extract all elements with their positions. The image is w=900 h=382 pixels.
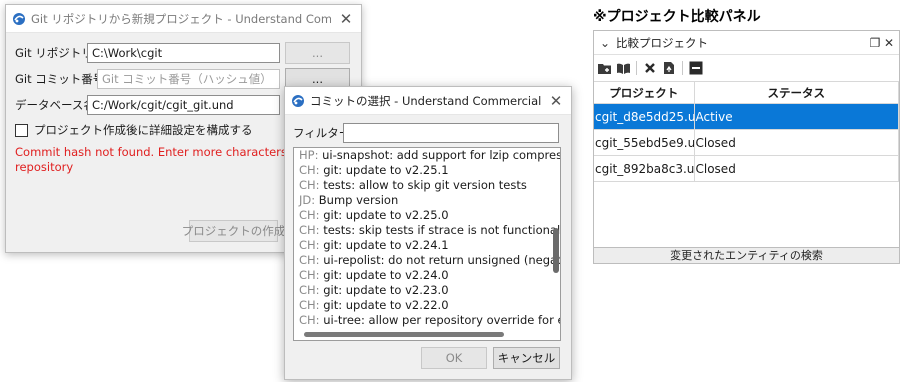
close-icon[interactable]: ✕	[541, 92, 571, 110]
list-item[interactable]: CH: ui-repolist: do not return unsigned …	[294, 253, 560, 268]
new-project-titlebar[interactable]: Git リポジトリから新規プロジェクト - Understand Commerc…	[6, 5, 361, 33]
db-input[interactable]: C:/Work/cgit/cgit_git.und	[87, 95, 280, 115]
list-item[interactable]: CH: tests: skip tests if strace is not f…	[294, 223, 560, 238]
status-cell: Closed	[694, 129, 899, 156]
status-cell: Closed	[694, 155, 899, 182]
commit-message: git: update to v2.24.1	[323, 238, 449, 252]
db-label: データベース名:	[15, 98, 99, 112]
cancel-button[interactable]: キャンセル	[493, 347, 560, 369]
configure-checkbox[interactable]	[15, 123, 28, 137]
add-folder-icon[interactable]	[596, 60, 612, 76]
float-window-icon[interactable]: ❐	[868, 36, 882, 50]
commit-input[interactable]: Git コミット番号（ハッシュ値）	[97, 69, 280, 89]
commit-message: ui-snapshot: add support for lzip compre…	[322, 148, 561, 162]
status-cell: Active	[694, 103, 899, 130]
commit-message: Bump version	[318, 193, 399, 207]
repo-row: Git リポジトリ: C:\Work\cgit	[15, 43, 280, 63]
commit-message: tests: allow to skip git version tests	[323, 178, 527, 192]
filter-row: フィルター:	[293, 123, 559, 143]
repo-label: Git リポジトリ:	[15, 46, 97, 60]
configure-checkbox-label: プロジェクト作成後に詳細設定を構成する	[34, 123, 253, 137]
toolbar-separator	[682, 61, 683, 75]
commit-message: git: update to v2.25.0	[323, 208, 449, 222]
project-cell: cgit_892ba8c3.und	[594, 155, 695, 182]
create-project-button[interactable]: プロジェクトの作成	[182, 220, 285, 242]
table-row[interactable]: cgit_d8e5dd25.und Active	[594, 103, 899, 130]
repo-input[interactable]: C:\Work\cgit	[87, 43, 280, 63]
commit-label: Git コミット番号:	[15, 72, 109, 86]
table-row[interactable]: cgit_892ba8c3.und Closed	[594, 155, 899, 182]
commit-row: Git コミット番号: Git コミット番号（ハッシュ値）	[15, 69, 280, 89]
commit-author-tag: CH:	[299, 313, 320, 327]
chevron-down-icon[interactable]: ⌄	[598, 36, 612, 50]
list-item[interactable]: CH: tests: allow to skip git version tes…	[294, 178, 560, 193]
list-item[interactable]: CH: git: update to v2.25.0	[294, 208, 560, 223]
close-icon[interactable]: ✕	[331, 10, 361, 28]
list-item[interactable]: CH: git: update to v2.25.1	[294, 163, 560, 178]
compare-panel-heading: ※プロジェクト比較パネル	[593, 9, 761, 25]
commit-message: git: update to v2.24.0	[323, 268, 449, 282]
commit-message: git: update to v2.23.0	[323, 283, 449, 297]
commit-author-tag: CH:	[299, 253, 320, 267]
understand-app-icon	[13, 12, 25, 25]
table-header-row: プロジェクト ステータス	[594, 81, 899, 104]
repo-browse-button[interactable]: ...	[285, 42, 350, 64]
compare-panel: ⌄ 比較プロジェクト ❐ ✕ プロジェクト ステータス cgit_d8e5dd2…	[593, 30, 900, 264]
commit-message: git: update to v2.25.1	[323, 163, 449, 177]
book-icon[interactable]	[615, 60, 631, 76]
list-item[interactable]: CH: git: update to v2.22.0	[294, 298, 560, 313]
vertical-scrollbar[interactable]	[553, 228, 559, 273]
horizontal-scrollbar[interactable]	[304, 332, 504, 337]
commit-select-dialog: コミットの選択 - Understand Commercial License …	[284, 86, 572, 380]
commit-dialog-titlebar[interactable]: コミットの選択 - Understand Commercial License …	[285, 87, 571, 115]
table-row[interactable]: cgit_55ebd5e9.und Closed	[594, 129, 899, 156]
column-header-status[interactable]: ステータス	[694, 81, 899, 104]
export-icon[interactable]	[661, 60, 677, 76]
configure-row[interactable]: プロジェクト作成後に詳細設定を構成する	[15, 122, 253, 138]
commit-author-tag: CH:	[299, 283, 320, 297]
commit-list[interactable]: HP: ui-snapshot: add support for lzip co…	[293, 147, 561, 341]
commit-message: tests: skip tests if strace is not funct…	[323, 223, 561, 237]
list-item[interactable]: CH: ui-tree: allow per repository overri…	[294, 313, 560, 328]
compare-panel-title: 比較プロジェクト	[616, 35, 708, 50]
commit-author-tag: CH:	[299, 223, 320, 237]
commit-author-tag: CH:	[299, 178, 320, 192]
toolbar-separator	[636, 61, 637, 75]
commit-dialog-title: コミットの選択 - Understand Commercial License …	[310, 93, 541, 108]
understand-app-icon	[292, 94, 304, 107]
commit-message: ui-tree: allow per repository override f…	[323, 313, 561, 327]
find-changed-entities-button[interactable]: 変更されたエンティティの検索	[594, 247, 899, 263]
list-item[interactable]: CH: git: update to v2.24.1	[294, 238, 560, 253]
compare-panel-header: ⌄ 比較プロジェクト ❐ ✕	[594, 31, 899, 55]
commit-author-tag: CH:	[299, 298, 320, 312]
list-item[interactable]: CH: git: update to v2.23.0	[294, 283, 560, 298]
delete-icon[interactable]	[642, 60, 658, 76]
project-cell: cgit_55ebd5e9.und	[594, 129, 695, 156]
ok-button[interactable]: OK	[421, 347, 487, 369]
commit-author-tag: CH:	[299, 208, 320, 222]
list-item[interactable]: JD: Bump version	[294, 193, 560, 208]
commit-author-tag: HP:	[299, 148, 319, 162]
filter-label: フィルター:	[293, 126, 355, 140]
list-item[interactable]: CH: git: update to v2.24.0	[294, 268, 560, 283]
new-project-title: Git リポジトリから新規プロジェクト - Understand Commerc…	[31, 11, 331, 26]
list-item[interactable]: HP: ui-snapshot: add support for lzip co…	[294, 148, 560, 163]
commit-author-tag: CH:	[299, 268, 320, 282]
column-header-project[interactable]: プロジェクト	[594, 81, 695, 104]
minus-icon[interactable]	[688, 60, 704, 76]
project-cell: cgit_d8e5dd25.und	[594, 103, 695, 130]
commit-author-tag: CH:	[299, 238, 320, 252]
close-icon[interactable]: ✕	[882, 36, 896, 50]
db-row: データベース名: C:/Work/cgit/cgit_git.und	[15, 95, 280, 115]
commit-author-tag: CH:	[299, 163, 320, 177]
compare-toolbar	[594, 55, 899, 81]
compare-project-table: プロジェクト ステータス cgit_d8e5dd25.und Active cg…	[594, 81, 899, 182]
commit-message: git: update to v2.22.0	[323, 298, 449, 312]
commit-author-tag: JD:	[299, 193, 316, 207]
filter-input[interactable]	[343, 123, 559, 143]
commit-message: ui-repolist: do not return unsigned (neg…	[323, 253, 560, 267]
